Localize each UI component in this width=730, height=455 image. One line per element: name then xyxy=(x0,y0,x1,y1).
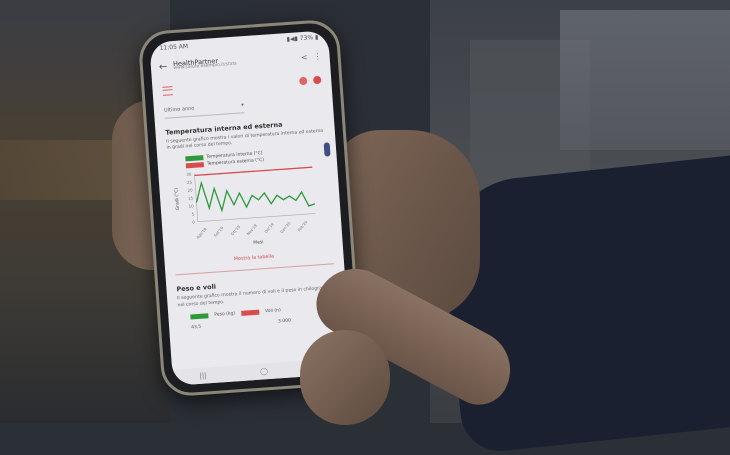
toolbar-icons xyxy=(299,75,322,86)
share-icon[interactable]: < xyxy=(301,52,308,61)
legend-swatch-red xyxy=(185,162,205,169)
status-indicators: ▮◀▮ 73% ▮ xyxy=(286,33,319,43)
menu-icon[interactable] xyxy=(162,85,173,96)
recent-apps-icon[interactable]: ||| xyxy=(199,371,207,379)
phone-screen: 11:05 AM ▮◀▮ 73% ▮ ← HealthPartner www.s… xyxy=(149,30,352,386)
legend-swatch-weight xyxy=(190,312,209,320)
temperature-chart-svg: Gradi (°C) 30 25 20 15 10 5 0Ago'19 Set'19 Ott'19… xyxy=(173,166,316,247)
notification-icon[interactable] xyxy=(299,76,308,86)
y-tick-label: 5 xyxy=(192,212,195,217)
x-tick-label: Ott'19 xyxy=(230,224,242,237)
period-dropdown[interactable]: Ultimo anno ▾ xyxy=(163,98,245,119)
x-tick-label: Set'19 xyxy=(213,225,225,238)
x-tick-label: Ago'19 xyxy=(195,226,208,240)
home-icon[interactable]: ◯ xyxy=(260,367,268,376)
weight-axis-right: 3.000 xyxy=(277,318,292,325)
x-tick-label: Gen'20 xyxy=(279,221,292,235)
y-tick-label: 15 xyxy=(188,196,194,201)
y-tick-label: 20 xyxy=(187,188,193,193)
x-axis-label: Mesi xyxy=(253,240,264,247)
legend-swatch-flights xyxy=(240,309,260,316)
status-time: 11:05 AM xyxy=(159,42,189,52)
x-axis-line xyxy=(197,213,316,223)
thumb xyxy=(300,330,390,425)
legend-label-weight: Peso (kg) xyxy=(214,311,236,318)
section-divider xyxy=(175,263,335,276)
app-titles: HealthPartner www.salute-esempio.it/stat… xyxy=(173,52,295,71)
y-tick-label: 25 xyxy=(187,180,193,185)
background-window xyxy=(560,10,730,150)
more-options-icon[interactable]: ⋮ xyxy=(313,51,322,61)
x-tick-label: Dic'19 xyxy=(263,222,275,235)
weight-axis-left: 43,5 xyxy=(191,324,202,331)
y-axis-label: Gradi (°C) xyxy=(173,188,181,211)
dark-sleeve xyxy=(436,155,730,455)
weight-axis-labels: 43,5 3.000 xyxy=(191,318,291,330)
profile-icon[interactable] xyxy=(312,75,322,85)
period-dropdown-value: Ultimo anno xyxy=(163,105,195,114)
x-tick-label: Nov'19 xyxy=(246,223,259,237)
y-tick-label: 0 xyxy=(192,220,195,225)
legend-label-flights: Voli (n) xyxy=(264,307,281,314)
y-tick-label: 30 xyxy=(186,172,192,177)
chevron-down-icon: ▾ xyxy=(241,102,245,109)
x-tick-label: Feb'20 xyxy=(296,219,308,232)
series-line-0 xyxy=(195,180,316,214)
scroll-handle[interactable] xyxy=(323,142,331,157)
legend-swatch-green xyxy=(185,155,204,162)
temperature-chart: Gradi (°C) 30 25 20 15 10 5 0 Ago'19 Set'19 Ott'19… xyxy=(172,160,343,257)
back-arrow-icon[interactable]: ← xyxy=(159,61,168,73)
y-tick-label: 10 xyxy=(188,204,194,209)
series-line-1 xyxy=(194,166,313,177)
